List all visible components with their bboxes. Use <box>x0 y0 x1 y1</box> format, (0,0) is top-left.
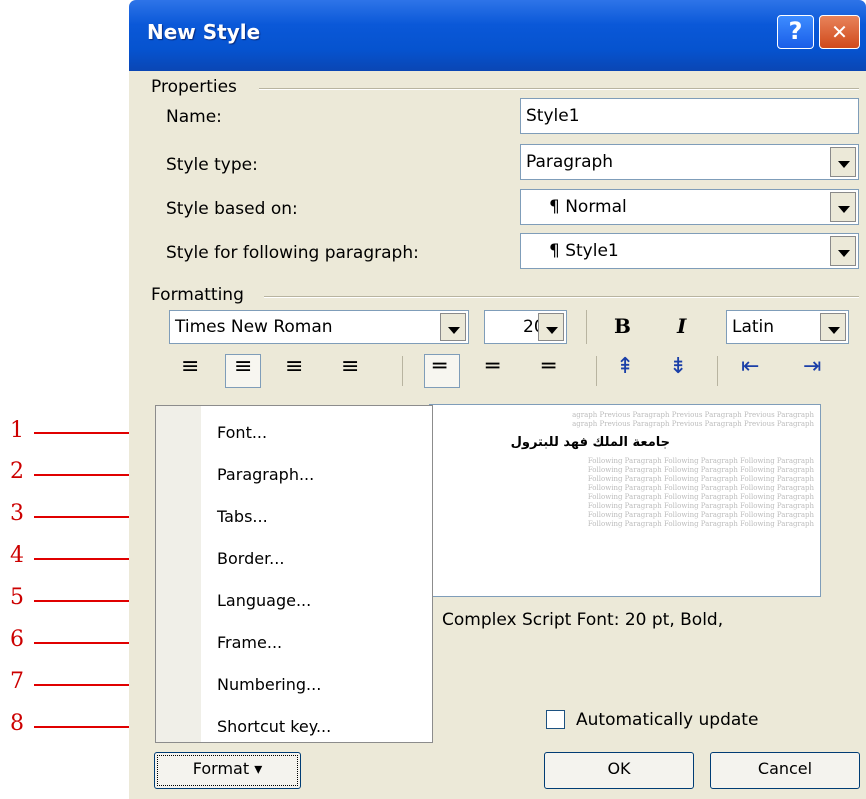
cancel-button[interactable]: Cancel <box>710 752 860 789</box>
font-value: Times New Roman <box>175 317 333 337</box>
cancel-button-label: Cancel <box>757 759 813 778</box>
menu-item-border[interactable]: Border... <box>217 549 284 568</box>
ok-button[interactable]: OK <box>544 752 694 789</box>
space-before-increase-icon[interactable]: ⇞ <box>616 354 634 379</box>
menu-icon-gutter <box>156 406 201 742</box>
chevron-down-icon[interactable] <box>830 192 856 222</box>
chevron-down-icon[interactable] <box>820 313 846 341</box>
preview-following-line: Following Paragraph Following Paragraph … <box>587 457 814 465</box>
format-button[interactable]: Format ▾ <box>154 752 301 789</box>
decrease-indent-icon[interactable]: ⇤ <box>741 354 759 379</box>
preview-following-line: Following Paragraph Following Paragraph … <box>587 520 814 528</box>
properties-group-label: Properties <box>151 77 237 97</box>
style-type-label: Style type: <box>166 155 258 175</box>
menu-item-paragraph[interactable]: Paragraph... <box>217 465 314 484</box>
style-based-on-select[interactable]: ¶ Normal <box>520 189 859 225</box>
chevron-down-icon[interactable] <box>830 147 856 177</box>
menu-item-language[interactable]: Language... <box>217 591 311 610</box>
callout-number-1: 1 <box>10 418 24 443</box>
callout-number-6: 6 <box>10 627 24 652</box>
format-button-label: Format ▾ <box>192 759 263 778</box>
toolbar-separator <box>717 356 718 386</box>
script-value: Latin <box>732 317 775 337</box>
close-button[interactable]: ✕ <box>819 15 860 49</box>
space-before-decrease-icon[interactable]: ⇟ <box>669 354 687 379</box>
close-icon: ✕ <box>831 20 848 44</box>
justify-icon[interactable]: ≡ <box>341 354 359 379</box>
preview-sample-text: جامعة الملك فهد للبترول <box>510 435 670 450</box>
preview-previous-line: agraph Previous Paragraph Previous Parag… <box>572 420 814 428</box>
help-button[interactable]: ? <box>777 15 814 49</box>
toolbar-separator <box>586 310 587 344</box>
auto-update-checkbox[interactable] <box>546 710 565 729</box>
bold-button[interactable]: B <box>614 314 631 338</box>
increase-indent-icon[interactable]: ⇥ <box>803 354 821 379</box>
following-paragraph-label: Style for following paragraph: <box>166 243 419 263</box>
name-label: Name: <box>166 107 222 127</box>
properties-divider <box>259 88 859 90</box>
single-spacing-button[interactable]: ═ <box>424 354 460 388</box>
format-menu: Font... Paragraph... Tabs... Border... L… <box>155 405 433 743</box>
auto-update-label: Automatically update <box>576 710 759 730</box>
formatting-divider <box>264 296 859 298</box>
chevron-down-icon[interactable] <box>830 236 856 266</box>
align-left-icon[interactable]: ≡ <box>181 354 199 379</box>
preview-following-line: Following Paragraph Following Paragraph … <box>587 484 814 492</box>
dialog-title: New Style <box>147 20 261 44</box>
callout-number-4: 4 <box>10 543 24 568</box>
name-field[interactable]: Style1 <box>520 98 859 134</box>
name-value: Style1 <box>526 106 580 126</box>
italic-button[interactable]: I <box>677 314 686 338</box>
title-bar[interactable]: New Style ? ✕ <box>129 0 866 71</box>
toolbar-separator <box>596 356 597 386</box>
style-preview: agraph Previous Paragraph Previous Parag… <box>429 404 821 597</box>
align-right-icon[interactable]: ≡ <box>285 354 303 379</box>
menu-item-shortcut-key[interactable]: Shortcut key... <box>217 717 331 736</box>
align-center-button[interactable]: ≡ <box>225 354 261 388</box>
align-center-icon: ≡ <box>234 354 253 379</box>
style-type-value: Paragraph <box>526 152 614 172</box>
callout-number-2: 2 <box>10 459 24 484</box>
preview-following-line: Following Paragraph Following Paragraph … <box>587 466 814 474</box>
toolbar-separator <box>402 356 403 386</box>
menu-item-frame[interactable]: Frame... <box>217 633 282 652</box>
chevron-down-icon[interactable] <box>440 313 466 341</box>
font-select[interactable]: Times New Roman <box>169 310 469 344</box>
menu-item-font[interactable]: Font... <box>217 423 267 442</box>
based-on-value: ¶ Normal <box>549 197 627 217</box>
following-paragraph-select[interactable]: ¶ Style1 <box>520 233 859 269</box>
style-based-on-label: Style based on: <box>166 199 298 219</box>
preview-following-line: Following Paragraph Following Paragraph … <box>587 502 814 510</box>
callout-number-5: 5 <box>10 585 24 610</box>
preview-following-line: Following Paragraph Following Paragraph … <box>587 493 814 501</box>
callout-number-8: 8 <box>10 711 24 736</box>
one-half-spacing-icon[interactable]: ═ <box>486 354 499 379</box>
single-spacing-icon: ═ <box>433 354 447 379</box>
style-description: Complex Script Font: 20 pt, Bold, <box>442 610 724 630</box>
preview-following-line: Following Paragraph Following Paragraph … <box>587 475 814 483</box>
callout-number-3: 3 <box>10 501 24 526</box>
script-select[interactable]: Latin <box>726 310 849 344</box>
menu-item-numbering[interactable]: Numbering... <box>217 675 321 694</box>
following-value: ¶ Style1 <box>549 241 619 261</box>
callout-number-7: 7 <box>10 669 24 694</box>
formatting-group-label: Formatting <box>151 285 244 305</box>
style-type-select[interactable]: Paragraph <box>520 144 859 180</box>
ok-button-label: OK <box>607 759 631 778</box>
preview-previous-line: agraph Previous Paragraph Previous Parag… <box>572 411 814 419</box>
preview-following-line: Following Paragraph Following Paragraph … <box>587 511 814 519</box>
chevron-down-icon[interactable] <box>538 313 564 341</box>
menu-item-tabs[interactable]: Tabs... <box>217 507 268 526</box>
font-size-select[interactable]: 20 <box>484 310 567 344</box>
help-icon: ? <box>788 17 803 45</box>
double-spacing-icon[interactable]: ═ <box>542 354 555 379</box>
